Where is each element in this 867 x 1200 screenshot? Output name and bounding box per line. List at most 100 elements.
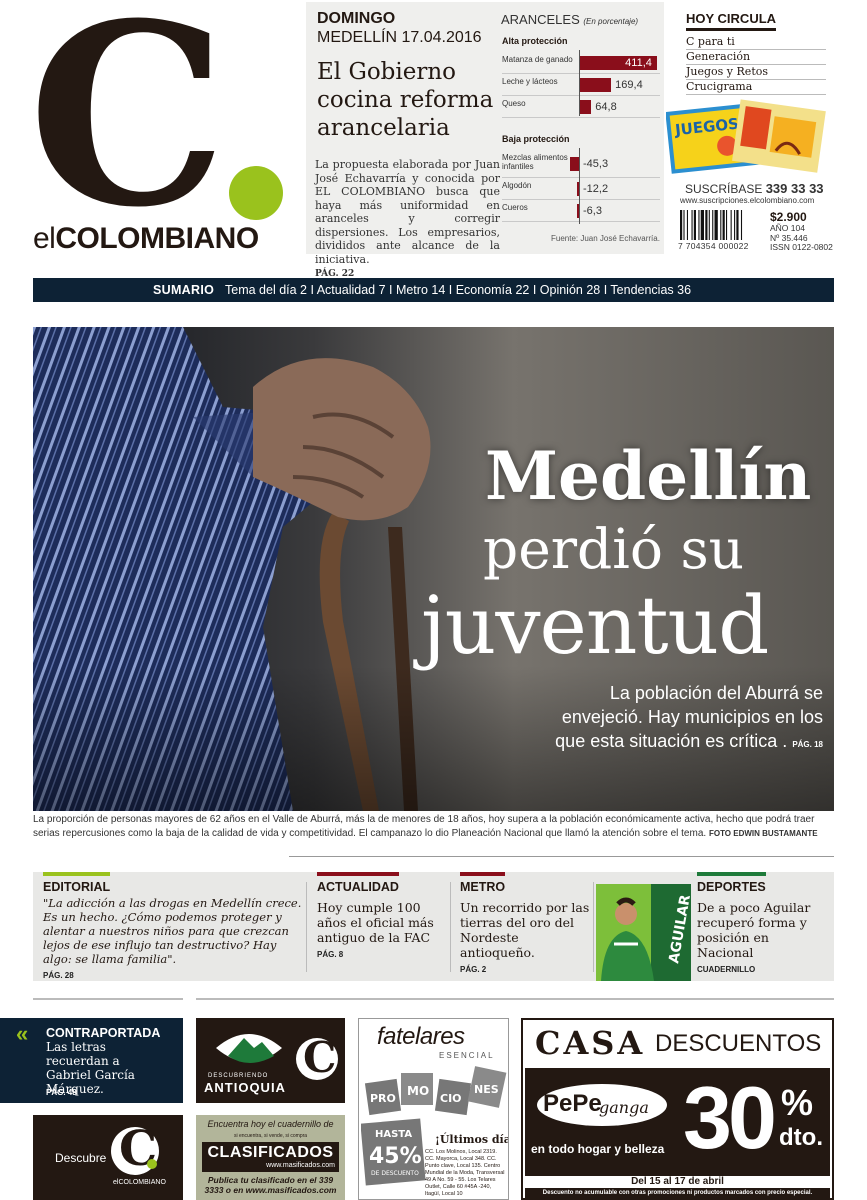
hero-caption-text: La proporción de personas mayores de 62 … (33, 814, 815, 839)
casa-pct-sign: % (781, 1082, 814, 1123)
edition-day: DOMINGO (317, 10, 396, 27)
section-ref: PÁG. 28 (43, 971, 74, 980)
issue-issn: ISSN 0122-0802 (770, 242, 833, 252)
clasif-name: CLASIFICADOS (207, 1144, 334, 1161)
hero-deck-text: La población del Aburrá se envejeció. Ha… (555, 683, 823, 751)
chart-value-label: -6,3 (583, 205, 602, 217)
section-text: Un recorrido por las tierras del oro del… (460, 900, 590, 960)
contraportada-ref: PÁG. 48 (46, 1088, 77, 1097)
chart-value-label: 64,8 (595, 101, 617, 113)
section-ref: PÁG. 2 (460, 965, 487, 974)
contraportada-label: CONTRAPORTADA (46, 1026, 161, 1040)
section-editorial[interactable]: EDITORIAL "La adicción a las drogas en M… (43, 872, 305, 980)
hero-headline-line3: juventud (421, 579, 769, 672)
fatelares-brand: fatelares (377, 1023, 465, 1050)
antioquia-ad[interactable]: DESCUBRIENDO ANTIOQUIA C (196, 1018, 345, 1103)
chart-value-label: 169,4 (615, 79, 643, 91)
subscription-phone: 339 33 33 (765, 181, 824, 196)
logo-letter: C (28, 0, 227, 262)
chart-bar (579, 100, 592, 114)
wordmark-prefix: el (33, 222, 56, 255)
lead-lede: La propuesta elaborada por Juan José Ech… (315, 158, 500, 282)
logo-green-dot (229, 166, 283, 220)
clasif-small: si encuentra, si vende, si compra (233, 1133, 308, 1139)
descubre-brand: elCOLOMBIANO (113, 1179, 166, 1186)
chart-group-label: Alta protección (502, 36, 568, 46)
fatelares-ad[interactable]: fatelares ESENCIAL PRO MO CIO NES HASTA … (358, 1018, 509, 1200)
section-ref: PÁG. 8 (317, 950, 344, 959)
supplement-covers-image[interactable]: JUEGOS (666, 96, 836, 176)
chart-row: Leche y lácteos 169,4 (502, 74, 660, 96)
chart-row: Mezclas alimentos infantiles -45,3 (502, 150, 660, 178)
antioquia-name: ANTIOQUIA (204, 1080, 286, 1095)
subscription-url[interactable]: www.suscripciones.elcolombiano.com (680, 196, 814, 205)
casa-descuentos-ad[interactable]: CASA DESCUENTOS PePe ganga en todo hogar… (521, 1018, 834, 1200)
hoy-circula-item[interactable]: C para ti (686, 35, 826, 50)
promo-letter: MO (407, 1084, 429, 1098)
deportes-player-photo[interactable]: AGUILAR (596, 884, 691, 981)
section-text: Hoy cumple 100 años el oficial más antig… (317, 900, 434, 945)
discount-sub: DE DESCUENTO (371, 1170, 419, 1177)
lead-story-panel: DOMINGO MEDELLÍN 17.04.2016 El Gobierno … (306, 2, 664, 279)
divider (306, 882, 307, 972)
lead-headline[interactable]: El Gobierno cocina reforma arancelaria (317, 58, 497, 142)
divider (289, 856, 834, 857)
hoy-circula-item[interactable]: Crucigrama (686, 80, 826, 95)
sumario-label: SUMARIO (153, 283, 215, 297)
promo-letter: CIO (440, 1092, 462, 1105)
chart-bar (570, 157, 579, 171)
chart-row: Matanza de ganado 411,4 (502, 52, 660, 74)
hoy-circula-label: HOY CIRCULA (686, 11, 777, 31)
section-label: ACTUALIDAD (317, 872, 399, 894)
photo-credit: FOTO EDWIN BUSTAMANTE (708, 829, 818, 838)
hoy-circula-item[interactable]: Generación (686, 50, 826, 65)
store-list: CC. Los Molinos, Local 2319. CC. Mayorca… (425, 1149, 505, 1197)
chart-row: Queso 64,8 (502, 96, 660, 118)
chart-axis (579, 148, 580, 224)
section-actualidad[interactable]: ACTUALIDAD Hoy cumple 100 años el oficia… (317, 872, 445, 959)
chart-title-text: ARANCELES (501, 12, 580, 27)
chart-value-label: -12,2 (583, 183, 609, 195)
chart-group-label: Baja protección (502, 134, 570, 144)
descubre-text: Descubre (55, 1151, 107, 1165)
chart-category-label: Mezclas alimentos infantiles (502, 153, 568, 171)
casa-pct: 30 (683, 1068, 777, 1167)
clasificados-ad[interactable]: Encuentra hoy el cuadernillo de si encue… (196, 1115, 345, 1200)
antioquia-top: DESCUBRIENDO (208, 1073, 269, 1079)
ultimos-dias: ¡Últimos días! (435, 1132, 508, 1146)
chart-row: Cueros -6,3 (502, 200, 660, 222)
chart-category-label: Algodón (502, 181, 532, 190)
hoy-circula-item[interactable]: Juegos y Retos (686, 65, 826, 80)
section-text: "La adicción a las drogas en Medellín cr… (43, 896, 302, 966)
clasif-url: www.masificados.com (266, 1162, 335, 1169)
contraportada-box[interactable]: « CONTRAPORTADA Las letras recuerdan a G… (0, 1018, 183, 1103)
divider (196, 998, 834, 1000)
mountain-eye-icon (216, 1034, 282, 1063)
sumario-items[interactable]: Tema del día 2 I Actualidad 7 I Metro 14… (225, 278, 691, 302)
chart-category-label: Cueros (502, 203, 528, 212)
section-deportes[interactable]: DEPORTES De a poco Aguilar recuperó form… (697, 872, 827, 974)
chart-value-label: -45,3 (583, 158, 609, 170)
promo-letter: NES (474, 1083, 499, 1096)
hero-photo[interactable]: Medellín perdió su juventud La población… (33, 327, 834, 811)
promo-letter: PRO (370, 1092, 396, 1105)
divider (33, 998, 183, 1000)
ganga-text: ganga (599, 1098, 649, 1117)
section-label: EDITORIAL (43, 872, 111, 894)
divider (593, 882, 594, 972)
section-metro[interactable]: METRO Un recorrido por las tierras del o… (460, 872, 590, 974)
barcode-number: 7 704354 000022 (678, 241, 749, 251)
barcode-icon (680, 210, 743, 240)
subscription-line[interactable]: SUSCRÍBASE 339 33 33 (685, 181, 824, 196)
masthead-logo[interactable]: C elCOLOMBIANO (28, 0, 290, 264)
hero-page-ref[interactable]: PÁG. 18 (792, 740, 823, 749)
clasif-bottom: Publica tu clasificado en el 339 3333 o … (204, 1175, 337, 1195)
section-label: METRO (460, 872, 506, 894)
section-text: De a poco Aguilar recuperó forma y posic… (697, 900, 811, 960)
chart-bar (579, 78, 612, 92)
casa-fine: Descuento no acumulable con otras promoc… (542, 1190, 813, 1196)
clasif-top: Encuentra hoy el cuadernillo de (207, 1119, 334, 1129)
wordmark-name: COLOMBIANO (55, 222, 259, 255)
descubre-ad[interactable]: Descubre C elCOLOMBIANO (33, 1115, 183, 1200)
subscription-label: SUSCRÍBASE (685, 182, 763, 196)
